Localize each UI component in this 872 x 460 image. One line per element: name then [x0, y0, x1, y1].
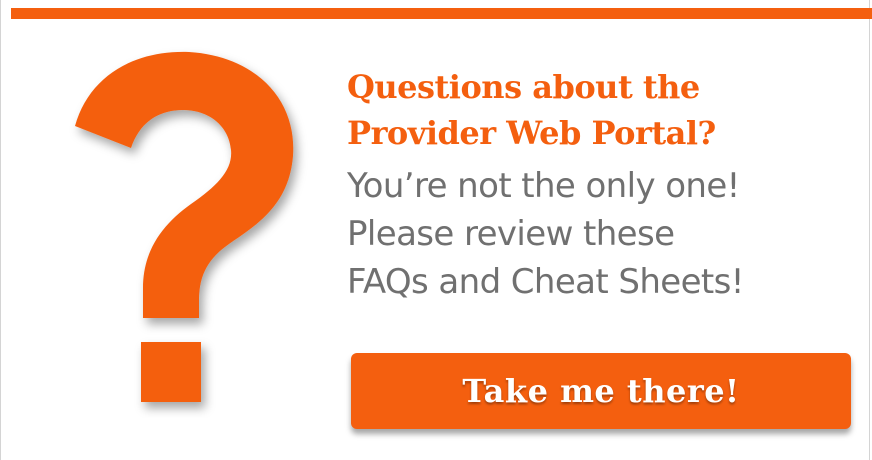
- body-line-1: You’re not the only one!: [347, 166, 740, 206]
- promo-card: Questions about the Provider Web Portal?…: [0, 0, 872, 460]
- headline-line-2: Provider Web Portal?: [347, 114, 716, 152]
- take-me-there-button[interactable]: Take me there!: [351, 353, 851, 429]
- question-mark-icon: [75, 51, 294, 402]
- take-me-there-label: Take me there!: [462, 372, 740, 410]
- body-text: You’re not the only one! Please review t…: [347, 162, 847, 306]
- body-line-3: FAQs and Cheat Sheets!: [347, 262, 744, 302]
- accent-top-bar: [11, 8, 872, 19]
- body-line-2: Please review these: [347, 214, 675, 254]
- headline-line-1: Questions about the: [347, 68, 700, 106]
- promo-text: Questions about the Provider Web Portal?…: [347, 64, 847, 306]
